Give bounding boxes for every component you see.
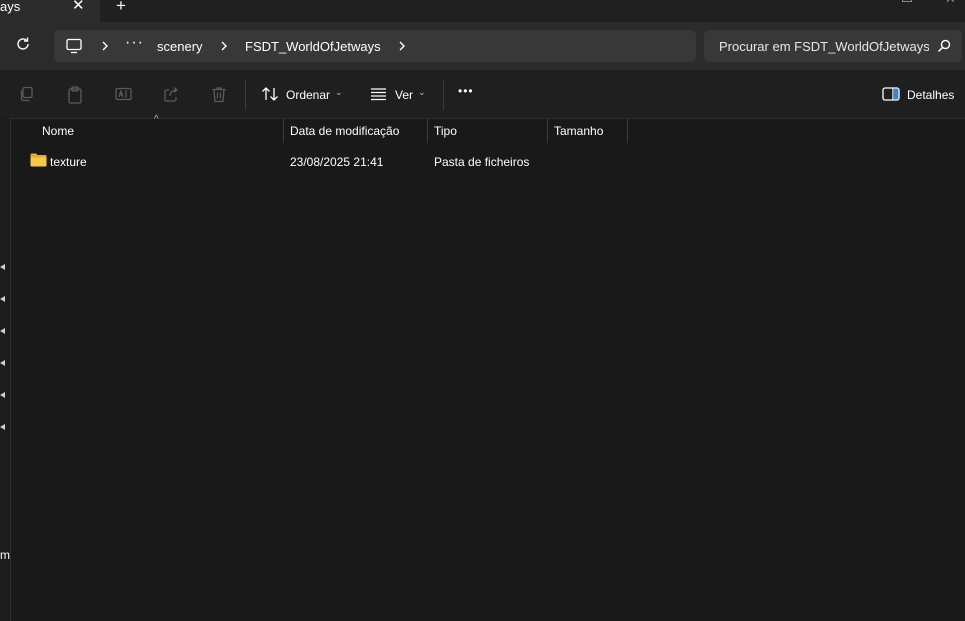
column-divider[interactable] (427, 118, 428, 143)
sort-button[interactable]: Ordenar ⌄ (261, 82, 347, 106)
breadcrumb-fsdt-worldofjetways[interactable]: FSDT_WorldOfJetways (245, 39, 381, 54)
search-icon[interactable] (937, 39, 951, 58)
title-bar: ays ✕ + ✕ (0, 0, 965, 22)
close-window-icon[interactable]: ✕ (945, 0, 956, 7)
delete-icon[interactable] (211, 86, 227, 108)
pin-icon (0, 360, 5, 366)
breadcrumb-scenery[interactable]: scenery (157, 39, 203, 54)
nav-item-label[interactable]: m (0, 548, 10, 562)
refresh-icon[interactable] (15, 36, 31, 57)
toolbar-divider (443, 80, 444, 110)
pin-icon (0, 296, 5, 302)
file-name[interactable]: texture (50, 155, 87, 169)
search-input[interactable]: Procurar em FSDT_WorldOfJetways (719, 39, 929, 54)
tab-title: ays (0, 0, 21, 14)
details-button[interactable]: Detalhes (882, 82, 962, 106)
sort-label: Ordenar (286, 88, 331, 102)
command-bar: Ordenar ⌄ Ver ⌄ ••• Detalhes (0, 70, 965, 119)
pin-icon (0, 424, 5, 430)
column-type[interactable]: Tipo (434, 124, 457, 138)
details-pane-icon (882, 87, 900, 106)
more-locations-button[interactable]: ··· (125, 34, 144, 52)
computer-icon[interactable] (65, 38, 83, 59)
navigation-pane: m (0, 118, 11, 621)
breadcrumb[interactable]: ··· scenery FSDT_WorldOfJetways (54, 30, 696, 62)
sort-icon (261, 86, 279, 107)
column-divider[interactable] (627, 118, 628, 143)
chevron-down-icon: ⌄ (418, 87, 426, 97)
chevron-right-icon[interactable] (100, 38, 110, 59)
copy-icon[interactable] (19, 86, 35, 107)
share-icon[interactable] (163, 86, 179, 107)
file-date-modified: 23/08/2025 21:41 (290, 155, 384, 169)
chevron-down-icon: ⌄ (335, 87, 343, 97)
sort-ascending-icon: ^ (154, 114, 159, 125)
search-box[interactable]: Procurar em FSDT_WorldOfJetways (704, 30, 962, 62)
toolbar-divider (245, 80, 246, 110)
details-label: Detalhes (907, 88, 955, 102)
maximize-icon[interactable] (902, 0, 912, 2)
column-header-row: ^ Nome Data de modificação Tipo Tamanho (11, 114, 965, 144)
view-icon (370, 86, 387, 107)
explorer-tab[interactable]: ays ✕ (0, 0, 100, 22)
chevron-right-icon[interactable] (397, 38, 407, 59)
close-tab-icon[interactable]: ✕ (72, 0, 85, 14)
column-name[interactable]: Nome (42, 124, 74, 138)
pin-icon (0, 392, 5, 398)
more-options-button[interactable]: ••• (458, 84, 474, 98)
list-item[interactable]: texture 23/08/2025 21:41 Pasta de fichei… (11, 150, 965, 172)
paste-icon[interactable] (67, 86, 83, 109)
new-tab-button[interactable]: + (116, 0, 126, 15)
file-type: Pasta de ficheiros (434, 155, 530, 169)
column-divider[interactable] (283, 118, 284, 143)
view-button[interactable]: Ver ⌄ (370, 82, 430, 106)
pin-icon (0, 328, 5, 334)
pin-icon (0, 264, 5, 270)
rename-icon[interactable] (115, 86, 132, 107)
column-size[interactable]: Tamanho (554, 124, 603, 138)
chevron-right-icon[interactable] (219, 38, 229, 59)
view-label: Ver (395, 88, 414, 102)
column-divider[interactable] (547, 118, 548, 143)
folder-icon (30, 153, 47, 172)
address-bar: ··· scenery FSDT_WorldOfJetways Procurar… (0, 22, 965, 70)
column-date-modified[interactable]: Data de modificação (290, 124, 399, 138)
